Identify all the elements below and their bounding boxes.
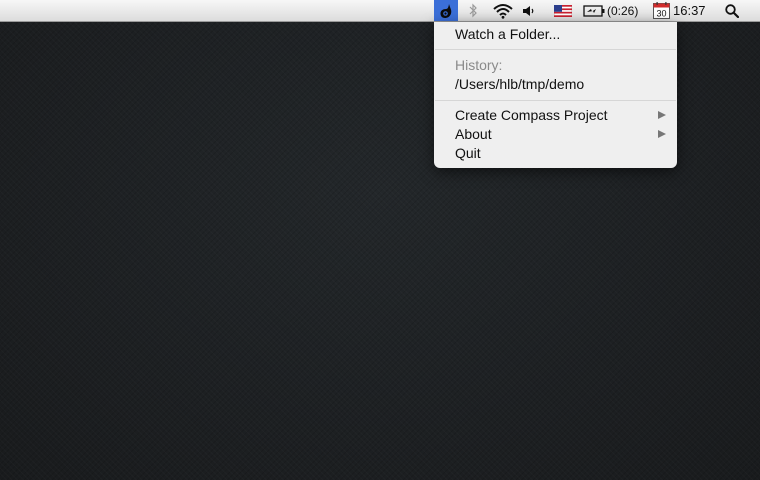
battery-charging-icon	[583, 4, 605, 17]
bluetooth-icon	[469, 3, 477, 18]
input-source-status-item[interactable]	[552, 0, 574, 21]
calendar-status-item[interactable]: 30	[651, 0, 671, 21]
wifi-icon	[493, 3, 513, 19]
calendar-icon: 30	[652, 2, 670, 19]
menu-separator	[435, 49, 676, 50]
menu-item-create-compass-project[interactable]: Create Compass Project	[434, 106, 677, 125]
compass-app-dropdown-menu: Watch a Folder... History: /Users/hlb/tm…	[434, 22, 677, 168]
calendar-day-number: 30	[656, 9, 666, 19]
battery-time-remaining: (0:26)	[607, 3, 639, 18]
compass-app-status-item[interactable]	[434, 0, 458, 21]
menu-item-history-entry[interactable]: /Users/hlb/tmp/demo	[434, 75, 677, 94]
bluetooth-status-item[interactable]	[463, 0, 483, 21]
clock[interactable]: 16:37	[673, 0, 713, 21]
menu-item-about[interactable]: About	[434, 125, 677, 144]
menu-item-label: Watch a Folder...	[455, 26, 561, 42]
menu-item-label: Quit	[455, 145, 481, 161]
battery-status-item[interactable]	[582, 0, 606, 21]
spotlight-status-item[interactable]	[720, 0, 744, 21]
menu-item-watch-folder[interactable]: Watch a Folder...	[434, 25, 677, 44]
menu-bar: (0:26) 30 16:37	[0, 0, 760, 22]
volume-status-item[interactable]	[520, 0, 538, 21]
submenu-arrow-icon	[658, 130, 666, 138]
menu-item-label: Create Compass Project	[455, 107, 608, 123]
us-flag-icon	[554, 4, 572, 17]
compass-droplet-icon	[440, 3, 452, 18]
spotlight-search-icon	[725, 3, 739, 18]
volume-icon	[523, 5, 534, 16]
history-entry-label: /Users/hlb/tmp/demo	[455, 76, 585, 92]
history-header-label: History:	[455, 57, 503, 73]
wifi-status-item[interactable]	[490, 0, 516, 21]
menu-separator	[435, 100, 676, 101]
menu-item-quit[interactable]: Quit	[434, 144, 677, 163]
menu-item-label: About	[455, 126, 492, 142]
history-header: History:	[434, 56, 677, 75]
submenu-arrow-icon	[658, 111, 666, 119]
